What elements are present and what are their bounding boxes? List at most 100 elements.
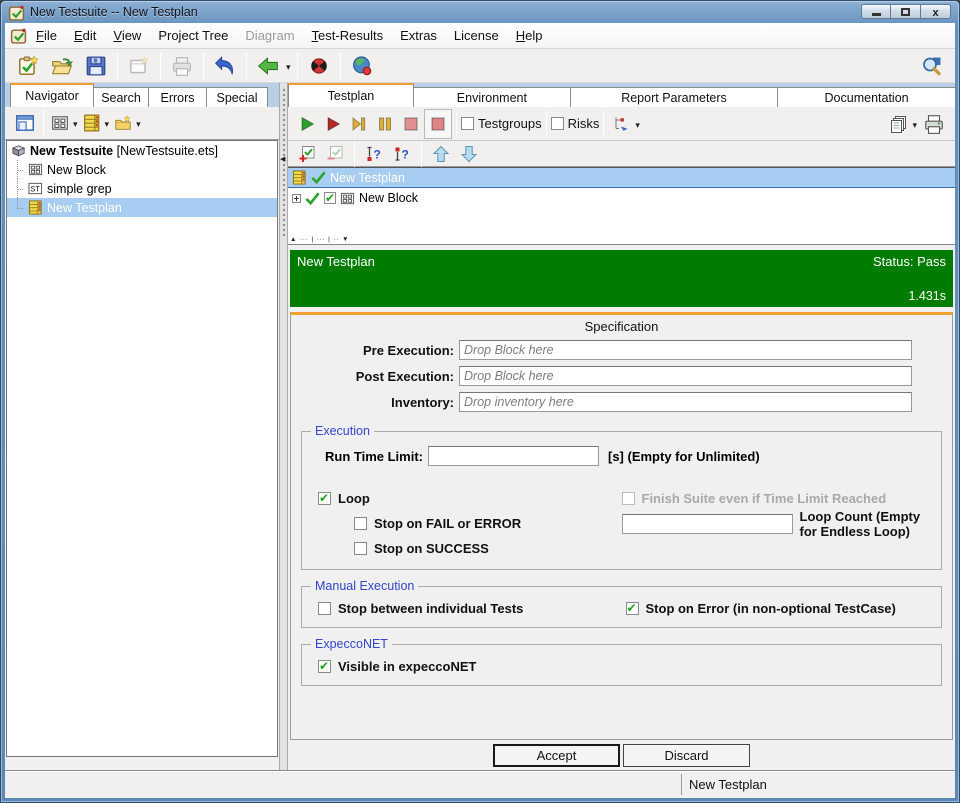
emergency-stop-button[interactable] xyxy=(302,51,336,81)
stop-on-fail-row[interactable]: Stop on FAIL or ERROR xyxy=(354,511,622,536)
discard-button[interactable]: Discard xyxy=(623,744,750,767)
plan-row-testplan[interactable]: New Testplan xyxy=(288,168,955,188)
new-testplan-icon xyxy=(83,114,101,132)
tree-guide xyxy=(11,179,24,198)
pause-button[interactable] xyxy=(372,109,398,139)
stop-on-success-checkbox[interactable] xyxy=(354,542,367,555)
move-up-button[interactable] xyxy=(428,139,454,169)
titlebar[interactable]: New Testsuite -- New Testplan xyxy=(1,1,959,23)
new-block-dropdown-icon[interactable] xyxy=(73,114,78,132)
make-optional-button[interactable] xyxy=(361,139,387,169)
stop-button[interactable] xyxy=(398,109,424,139)
tree-item-testsuite[interactable]: New Testsuite [NewTestsuite.ets] xyxy=(7,141,277,160)
play-icon xyxy=(298,115,316,133)
specification-panel: Specification Pre Execution: Post Execut… xyxy=(290,312,953,740)
print-report-button[interactable] xyxy=(919,109,949,139)
new-testplan-dropdown-icon[interactable] xyxy=(105,114,110,132)
search-button[interactable] xyxy=(915,51,949,81)
run-button[interactable] xyxy=(294,109,320,139)
report-button[interactable] xyxy=(885,109,911,139)
back-button[interactable] xyxy=(251,51,285,81)
risks-checkbox[interactable] xyxy=(551,117,564,130)
window-title: New Testsuite -- New Testplan xyxy=(30,5,198,19)
network-button[interactable] xyxy=(345,51,379,81)
plan-row-new-block[interactable]: New Block xyxy=(288,188,955,208)
new-testsuite-button[interactable] xyxy=(11,51,45,81)
stop-on-success-row[interactable]: Stop on SUCCESS xyxy=(354,536,622,561)
toggle-detail-panel-button[interactable] xyxy=(11,109,39,137)
expander-plus-icon[interactable] xyxy=(292,194,301,203)
loop-count-input[interactable] xyxy=(622,514,793,534)
left-tabstrip: Navigator Search Errors Special xyxy=(5,83,279,107)
run-time-input[interactable] xyxy=(428,446,599,466)
run-with-debug-button[interactable] xyxy=(320,109,346,139)
menu-extras[interactable]: Extras xyxy=(392,25,445,46)
stop-square-icon xyxy=(429,115,447,133)
visible-expecconet-row[interactable]: Visible in expeccoNET xyxy=(318,655,476,677)
window-controls xyxy=(861,4,951,19)
accept-discard-row: Accept Discard xyxy=(288,740,955,770)
up-arrow-icon xyxy=(432,145,450,163)
tab-label: Search xyxy=(101,91,141,105)
enable-checkbox[interactable] xyxy=(324,192,336,204)
menu-file[interactable]: File xyxy=(28,25,65,46)
tree-item-new-testplan[interactable]: New Testplan xyxy=(7,198,277,217)
testgroups-checkbox-group[interactable]: Testgroups xyxy=(461,116,542,131)
visible-expecconet-label: Visible in expeccoNET xyxy=(338,659,476,674)
tree-item-new-block[interactable]: New Block xyxy=(7,160,277,179)
menu-help[interactable]: Help xyxy=(508,25,551,46)
stop-on-error-row[interactable]: Stop on Error (in non-optional TestCase) xyxy=(626,597,934,619)
step-button[interactable] xyxy=(346,109,372,139)
save-button[interactable] xyxy=(79,51,113,81)
accept-button[interactable]: Accept xyxy=(493,744,620,767)
add-item-button[interactable] xyxy=(294,139,320,169)
inventory-input[interactable] xyxy=(459,392,912,412)
tab-environment[interactable]: Environment xyxy=(413,87,571,107)
tab-search[interactable]: Search xyxy=(93,87,149,107)
run-time-row: Run Time Limit: [s] (Empty for Unlimited… xyxy=(310,446,933,466)
tree-splitter-grip[interactable] xyxy=(290,236,350,243)
maximize-button[interactable] xyxy=(891,4,921,19)
new-folder-button[interactable] xyxy=(111,109,135,137)
stop-on-fail-checkbox[interactable] xyxy=(354,517,367,530)
post-execution-input[interactable] xyxy=(459,366,912,386)
visible-expecconet-checkbox[interactable] xyxy=(318,660,331,673)
testgroups-checkbox[interactable] xyxy=(461,117,474,130)
new-testplan-button[interactable] xyxy=(80,109,104,137)
risks-checkbox-group[interactable]: Risks xyxy=(551,116,600,131)
stop-on-error-checkbox[interactable] xyxy=(626,602,639,615)
menu-edit[interactable]: Edit xyxy=(66,25,104,46)
menu-project-tree[interactable]: Project Tree xyxy=(150,25,236,46)
testplan-toolbar: Testgroups Risks xyxy=(288,107,955,141)
menu-test-results[interactable]: Test-Results xyxy=(304,25,392,46)
pre-execution-input[interactable] xyxy=(459,340,912,360)
stop-between-row[interactable]: Stop between individual Tests xyxy=(318,597,626,619)
move-down-button[interactable] xyxy=(456,139,482,169)
new-block-button[interactable] xyxy=(48,109,72,137)
minimize-button[interactable] xyxy=(861,4,891,19)
report-dropdown-icon[interactable] xyxy=(912,115,917,133)
toolbar-separator xyxy=(546,111,547,137)
make-mandatory-button[interactable] xyxy=(389,139,415,169)
tab-documentation[interactable]: Documentation xyxy=(777,87,955,107)
back-dropdown-icon[interactable] xyxy=(286,57,291,75)
loop-checkbox-row[interactable]: Loop xyxy=(318,486,622,511)
close-button[interactable] xyxy=(921,4,951,19)
new-folder-dropdown-icon[interactable] xyxy=(136,114,141,132)
tab-navigator[interactable]: Navigator xyxy=(10,83,94,107)
menu-view[interactable]: View xyxy=(105,25,149,46)
loop-checkbox[interactable] xyxy=(318,492,331,505)
tree-item-simple-grep[interactable]: simple grep xyxy=(7,179,277,198)
tree-options-dropdown-icon[interactable] xyxy=(635,115,640,133)
tab-report-parameters[interactable]: Report Parameters xyxy=(570,87,778,107)
undo-button[interactable] xyxy=(208,51,242,81)
abort-button[interactable] xyxy=(424,109,452,139)
stop-between-checkbox[interactable] xyxy=(318,602,331,615)
menu-license[interactable]: License xyxy=(446,25,507,46)
tab-errors[interactable]: Errors xyxy=(148,87,207,107)
tab-special[interactable]: Special xyxy=(206,87,268,107)
panel-splitter[interactable] xyxy=(279,83,288,770)
open-button[interactable] xyxy=(45,51,79,81)
tree-options-button[interactable] xyxy=(608,109,634,139)
tab-testplan[interactable]: Testplan xyxy=(288,83,414,107)
